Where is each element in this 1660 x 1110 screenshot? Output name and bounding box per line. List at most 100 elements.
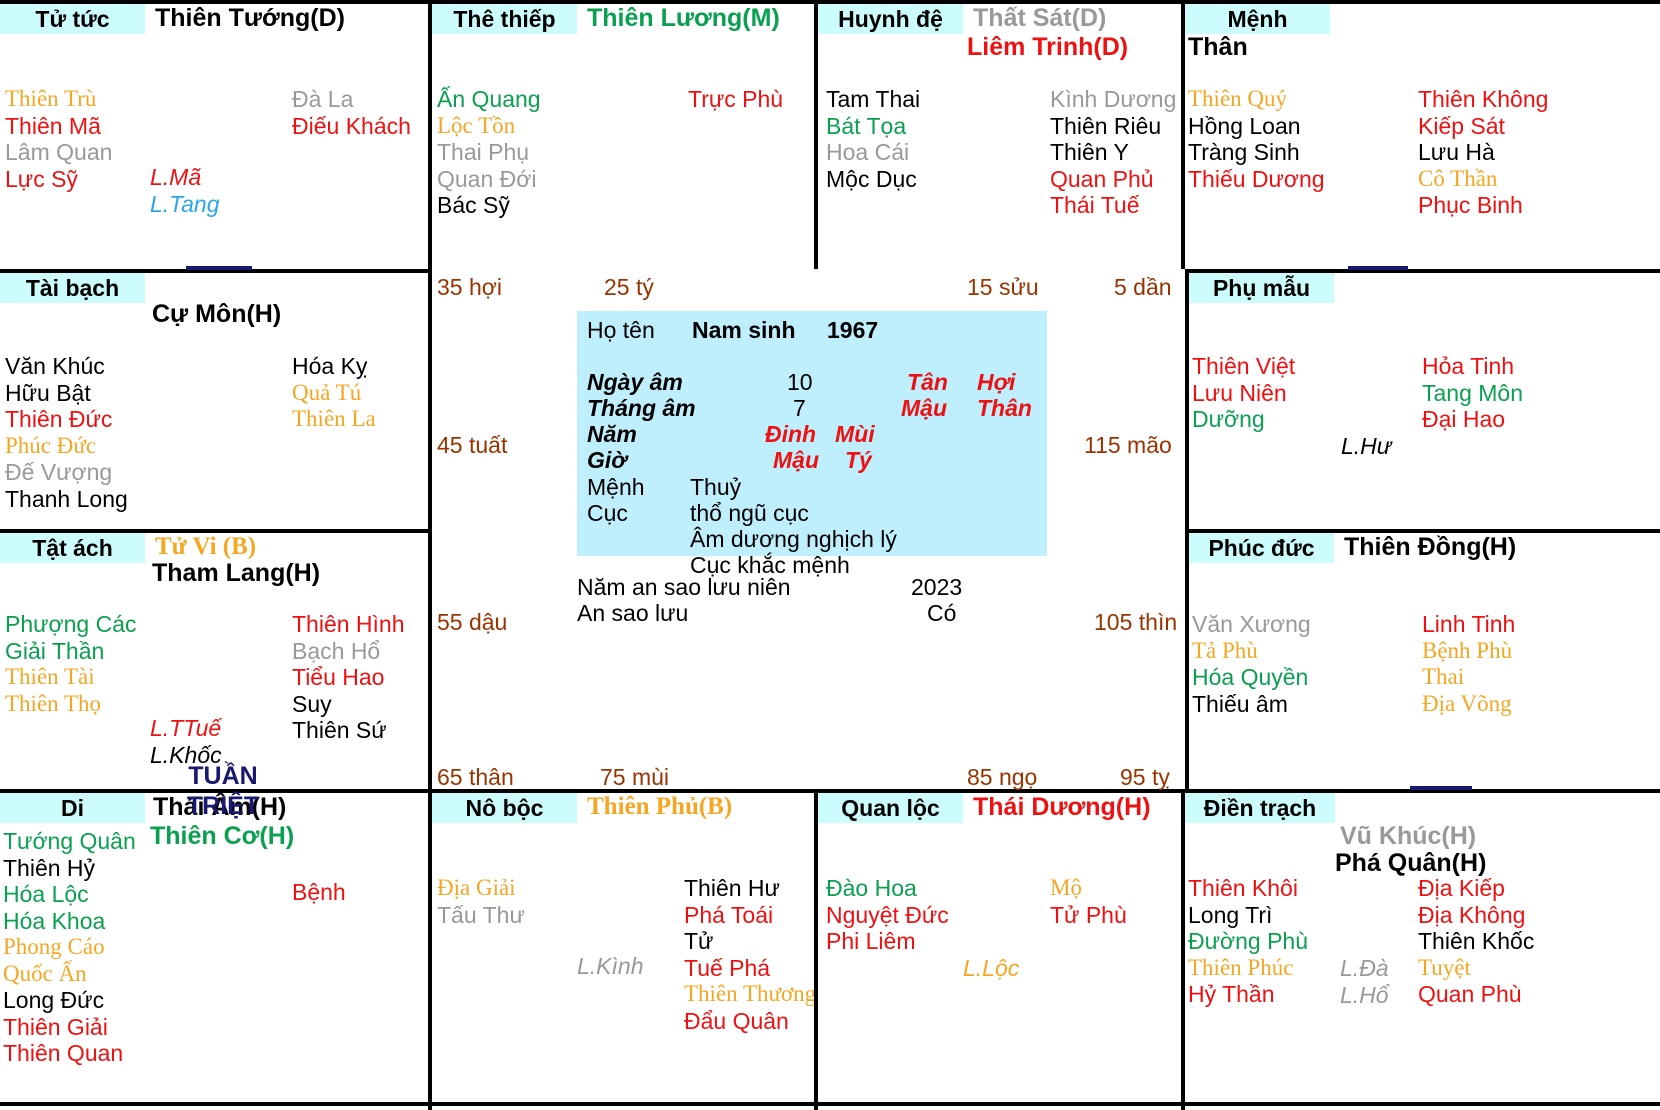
star: Bạch Hổ [292,637,381,664]
star: Thiên Hư [684,875,780,901]
star: Quan Đới [437,165,537,192]
star: Thái Tuế [1050,192,1140,218]
star: Thiên Hình [292,611,405,637]
star: Quan Phủ [1050,165,1154,192]
star: Thiên Phúc [1188,954,1294,980]
star: Thiên Y [1050,139,1129,165]
star: Thiếu âm [1192,690,1288,717]
star: Quả Tú [292,379,362,405]
star: Thiếu Dương [1188,165,1325,192]
star-column-right: Hóa Kỵ Quả Tú Thiên La [292,353,376,433]
palace-tu-tuc[interactable]: Tử tức Thiên Tướng(D) Thiên Trù Thiên Mã… [0,4,432,269]
star: Long Trì [1188,901,1273,928]
star-column-left: Văn Xương Tả Phù Hóa Quyền Thiếu âm [1192,611,1311,717]
star: Thiên Quý [1188,86,1288,111]
palace-name: Tử tức [0,4,145,34]
star-column-mid: L.Kình [577,953,644,980]
star: Thiên Tài [5,664,95,689]
star: Phục Binh [1418,192,1523,218]
star-column-mid: L.Đà L.Hổ [1340,955,1389,1008]
age-marker: 35 hợi [437,274,502,300]
menh-label: Mệnh [587,474,645,500]
tu-vi-chart: Tử tức Thiên Tướng(D) Thiên Trù Thiên Mã… [0,0,1660,1110]
palace-phu-mau[interactable]: Phụ mẫu Thiên Việt Lưu Niên Dưỡng L.Hư H… [1185,269,1660,529]
star: Thiên Giải [3,1013,108,1040]
star: Bệnh [292,879,346,905]
star-column-right: Linh Tinh Bệnh Phù Thai Địa Võng [1422,611,1515,717]
star: Cô Thần [1418,165,1498,191]
star: Thiên Khôi [1188,875,1298,901]
am-duong-note: Âm dương nghịch lý [690,526,897,552]
star: Tang Môn [1422,379,1524,406]
age-marker: 65 thân [437,764,514,790]
lunar-month-label: Tháng âm [587,395,696,421]
star: Mộ [1050,875,1082,900]
star: Trực Phù [688,86,784,112]
main-star: Thiên Cơ(H) [150,822,295,850]
star: Địa Kiếp [1418,875,1505,901]
main-star: Thiên Đồng(H) [1344,533,1517,561]
palace-menh[interactable]: Mệnh Thân Thiên Quý Hồng Loan Tràng Sinh… [1185,4,1660,269]
star: Thiên Hỷ [3,854,96,881]
main-star: Phá Quân(H) [1335,849,1487,877]
lunar-hour-label: Giờ [587,447,627,473]
star: Thiên Quan [3,1040,124,1066]
palace-tai-bach[interactable]: Tài bạch Cự Môn(H) Văn Khúc Hữu Bật Thiê… [0,269,432,529]
palace-no-boc[interactable]: Nô bộc Thiên Phủ(B) Địa Giải Tấu Thư L.K… [432,789,818,1110]
star: Tràng Sinh [1188,139,1300,165]
palace-name: Di [0,793,145,823]
palace-header: Nô bộc Thiên Phủ(B) [432,793,814,827]
star: Lưu Hà [1418,139,1495,165]
palace-name: Tật ách [0,533,145,563]
star-column-left: Ấn Quang Lộc Tồn Thai Phụ Quan Đới Bác S… [437,86,541,219]
star-column-right: Mộ Tử Phù [1050,875,1127,928]
palace-name: Phụ mẫu [1189,273,1334,303]
star: L.Lộc [963,955,1020,981]
star-column-left: Thiên Quý Hồng Loan Tràng Sinh Thiếu Dươ… [1188,86,1325,192]
lunar-day-label: Ngày âm [587,369,683,395]
age-marker: 115 mão [1084,432,1172,458]
navy-separator [1410,786,1472,790]
star: Hóa Quyền [1192,664,1309,690]
main-star: Thiên Tướng(D) [155,4,346,32]
star: Thanh Long [5,485,128,512]
birth-info-box: Họ tên Nam sinh 1967 Ngày âm 10 Tân Hợi … [577,311,1047,578]
lunar-day-value: 10 [787,369,813,395]
palace-tat-ach[interactable]: Tật ách Tử Vi (B) Tham Lang(H) Phượng Cá… [0,529,432,789]
palace-name: Thê thiếp [432,4,577,34]
star: Đại Hao [1422,406,1506,432]
palace-dien-trach[interactable]: Điền trạch Vũ Khúc(H) Phá Quân(H) Thiên … [1185,789,1660,1110]
age-marker: 45 tuất [437,432,508,458]
star: Kiếp Sát [1418,112,1505,139]
star: Bệnh Phù [1422,637,1513,663]
palace-phuc-duc[interactable]: Phúc đức Thiên Đồng(H) Văn Xương Tả Phù … [1185,529,1660,789]
star: Hóa Khoa [3,907,106,934]
main-star: Thiên Phủ(B) [587,793,733,820]
palace-quan-loc[interactable]: Quan lộc Thái Dương(H) Đào Hoa Nguyệt Đứ… [818,789,1185,1110]
star-column-right: Địa Kiếp Địa Không Thiên Khốc Tuyệt Quan… [1418,875,1534,1008]
star: Địa Võng [1422,690,1512,716]
star: Thiên Khốc [1418,928,1535,954]
lunar-hour-chi: Tý [845,447,872,473]
birth-year: 1967 [827,317,879,343]
star-column-right: Kình Dương Thiên Riêu Thiên Y Quan Phủ T… [1050,86,1176,219]
palace-di[interactable]: Di Thái Âm(H) Thiên Cơ(H) Tướng Quân Thi… [0,789,432,1110]
star: Tuế Phá [684,954,771,981]
palace-header: Phúc đức Thiên Đồng(H) [1189,533,1660,567]
palace-huynh-de[interactable]: Huynh đệ Thất Sát(D) Liêm Trinh(D) Tam T… [818,4,1185,269]
palace-header: Tử tức Thiên Tướng(D) [0,4,428,38]
star-column-left: Văn Khúc Hữu Bật Thiên Đức Phúc Đức Đế V… [5,353,128,512]
star: Suy [292,690,332,717]
palace-name: Phúc đức [1189,533,1334,563]
palace-the-thiep[interactable]: Thê thiếp Thiên Lương(M) Ấn Quang Lộc Tồ… [432,4,818,269]
star: Phượng Các [5,611,137,637]
age-marker: 95 tỵ [1120,764,1170,790]
star: Văn Xương [1192,611,1311,637]
star-column-left: Tam Thai Bát Tọa Hoa Cái Mộc Dục [826,86,920,192]
star: Thiên Việt [1192,353,1296,379]
star-column-right: Hỏa Tinh Tang Môn Đại Hao [1422,353,1523,433]
main-star: Vũ Khúc(H) [1340,822,1477,850]
luu-nien-value: 2023 [911,574,963,600]
tuan-marker: TUẦN [188,762,258,790]
star: Hữu Bật [5,379,91,406]
